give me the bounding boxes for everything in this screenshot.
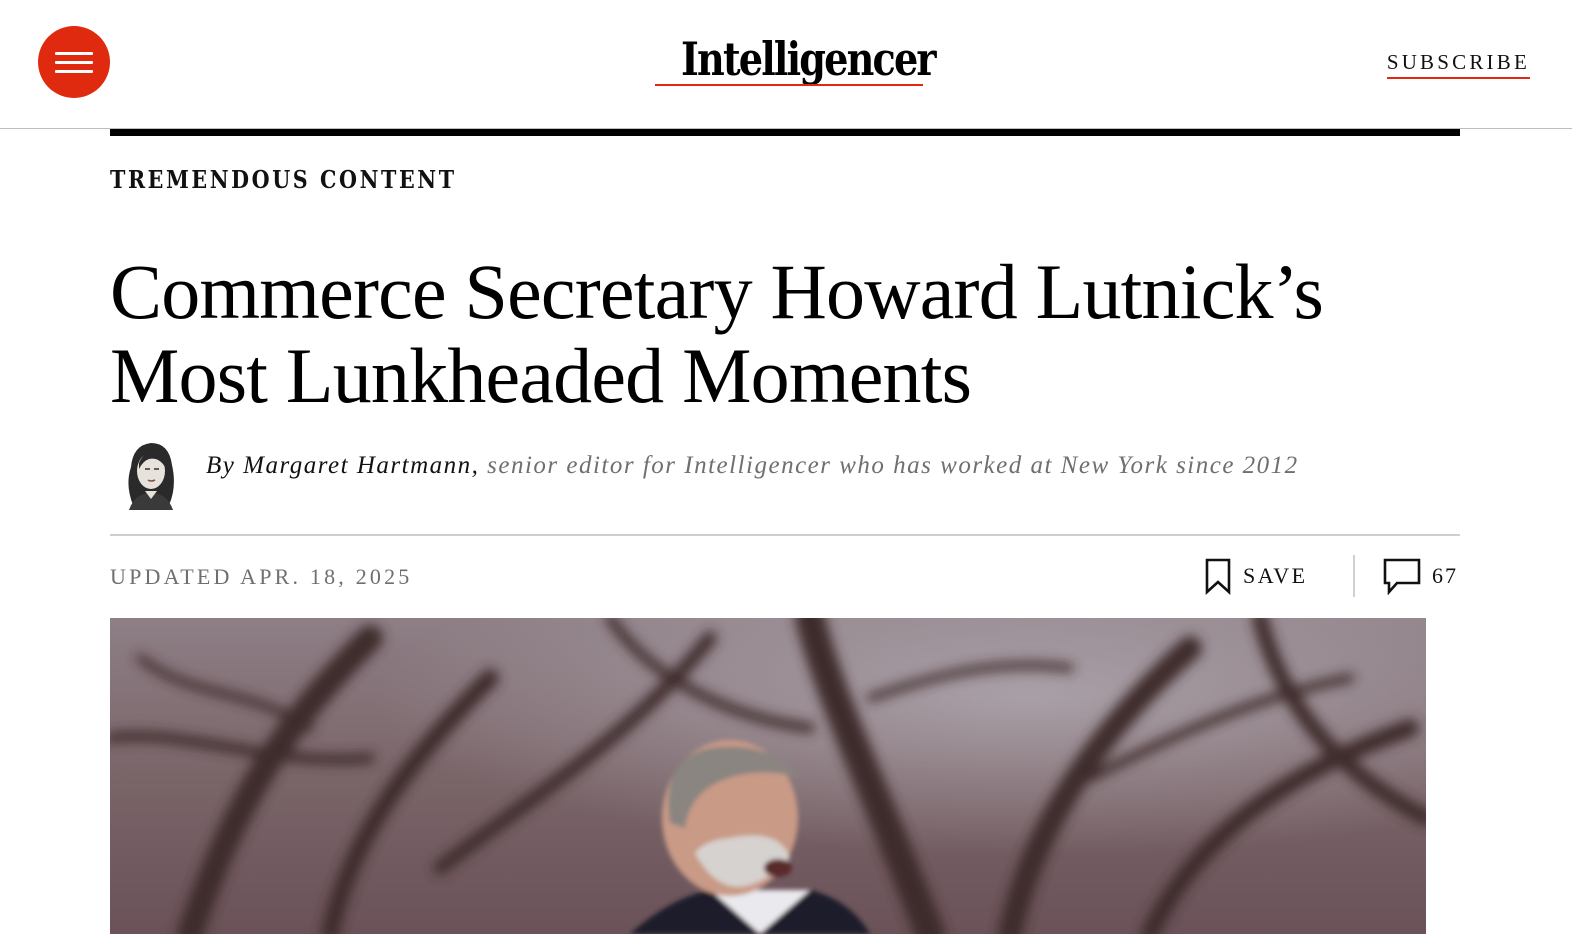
hero-image [110,618,1426,934]
action-divider [1353,555,1355,597]
subscribe-link[interactable]: SUBSCRIBE [1386,50,1530,79]
article-headline: Commerce Secretary Howard Lutnick’s Most… [110,250,1450,418]
headline-line-2: Most Lunkheaded Moments [110,332,972,419]
comments-button[interactable]: 67 [1382,556,1458,596]
headline-line-1: Commerce Secretary Howard Lutnick’s [110,248,1324,335]
bookmark-icon [1205,558,1231,595]
logo-underline [655,84,923,86]
section-rule [110,129,1460,136]
menu-button[interactable] [38,26,110,98]
site-header: Intelligencer SUBSCRIBE [0,0,1572,129]
byline-divider [110,534,1460,536]
site-logo[interactable]: Intelligencer [655,30,937,88]
comment-bubble-icon [1383,558,1421,595]
article-byline: By Margaret Hartmann, senior editor for … [206,452,1299,480]
comment-count: 67 [1432,563,1458,588]
updated-date: UPDATED APR. 18, 2025 [110,564,413,589]
author-avatar[interactable] [115,435,185,510]
article-rubric[interactable]: TREMENDOUS CONTENT [110,165,457,194]
author-description: senior editor for Intelligencer who has … [487,452,1299,479]
author-name[interactable]: By Margaret Hartmann, [206,452,479,479]
save-button[interactable]: SAVE [1203,556,1308,596]
hamburger-menu-icon [55,52,93,55]
save-label: SAVE [1243,563,1308,588]
